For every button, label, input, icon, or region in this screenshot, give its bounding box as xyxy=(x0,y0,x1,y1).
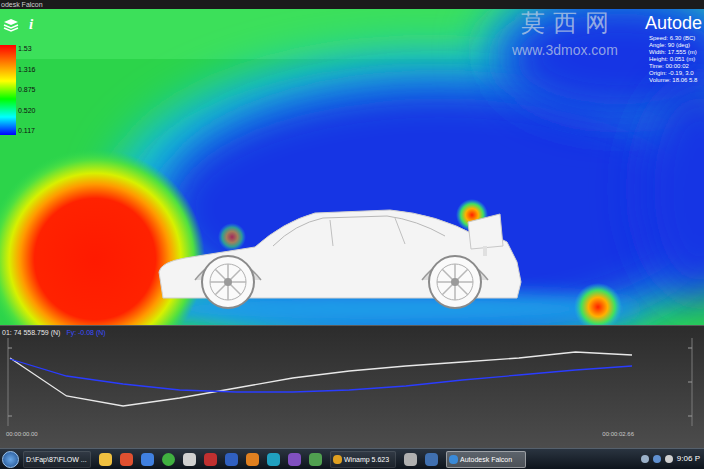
folder-icon[interactable] xyxy=(99,453,112,466)
chart-plot xyxy=(6,338,694,426)
taskbar-label: D:\Fap\87\FLOW ... xyxy=(26,455,87,464)
force-chart: 01: 74 558.759 (N) Fy: -0.08 (N) 00:00:00… xyxy=(0,325,704,448)
legend-label: 1.53 xyxy=(18,45,36,53)
taskbar-button[interactable]: Winamp 5.623 xyxy=(330,451,396,468)
app-icon[interactable] xyxy=(404,453,417,466)
window-title: odesk Falcon xyxy=(1,1,43,9)
legend-bar xyxy=(0,45,16,135)
info-line: Angle: 90 (deg) xyxy=(649,42,703,49)
x-tick-label: 00:00:00.00 xyxy=(6,430,38,438)
watermark: 莫 西 网 www.3dmox.com xyxy=(512,9,618,59)
app-icon[interactable] xyxy=(225,453,238,466)
chart-readout: Fy: -0.08 (N) xyxy=(66,328,105,337)
front-wheel-icon xyxy=(202,256,254,308)
app-icon[interactable] xyxy=(288,453,301,466)
start-button-icon[interactable] xyxy=(2,451,19,468)
app-icon[interactable] xyxy=(246,453,259,466)
volume-icon[interactable] xyxy=(665,455,673,463)
autodesk-logo: Autode xyxy=(645,12,702,34)
legend-label: 0.520 xyxy=(18,107,36,115)
info-line: Volume: 18.06 5.8 xyxy=(649,77,703,84)
app-icon[interactable] xyxy=(309,453,322,466)
legend: 1.53 1.316 0.875 0.520 0.117 xyxy=(0,45,36,135)
network-icon[interactable] xyxy=(653,455,661,463)
taskbar-button[interactable]: Autodesk Falcon xyxy=(446,451,526,468)
flow-viewport[interactable]: i 1.53 1.316 0.875 0.520 0.117 莫 西 网 www.3dm… xyxy=(0,9,704,325)
app-icon[interactable] xyxy=(204,453,217,466)
app-icon[interactable] xyxy=(120,453,133,466)
clock[interactable]: 9:06 P xyxy=(677,454,702,464)
info-line: Time: 00:00:02 xyxy=(649,63,703,70)
info-line: Speed: 6.30 (BC) xyxy=(649,35,703,42)
x-tick-label: 00:00:02.66 xyxy=(602,430,634,438)
taskbar-label: Autodesk Falcon xyxy=(460,455,512,464)
layers-icon[interactable] xyxy=(3,18,19,32)
app-icon[interactable] xyxy=(267,453,280,466)
app-icon[interactable] xyxy=(141,453,154,466)
watermark-url: www.3dmox.com xyxy=(512,41,618,59)
series-line xyxy=(10,359,632,392)
info-line: Height: 0.051 (m) xyxy=(649,56,703,63)
tray-icon[interactable] xyxy=(641,455,649,463)
taskbar: D:\Fap\87\FLOW ... Winamp 5.623 Autodesk… xyxy=(0,448,704,469)
series-line xyxy=(10,352,632,406)
falcon-icon xyxy=(449,455,458,464)
info-line: Width: 17.555 (m) xyxy=(649,49,703,56)
app-icon[interactable] xyxy=(183,453,196,466)
taskbar-button[interactable]: D:\Fap\87\FLOW ... xyxy=(23,451,91,468)
info-icon[interactable]: i xyxy=(29,17,33,32)
legend-label: 0.117 xyxy=(18,127,36,135)
car-model[interactable] xyxy=(155,200,525,310)
legend-label: 0.875 xyxy=(18,86,36,94)
title-bar: odesk Falcon xyxy=(0,0,704,9)
rear-wheel-icon xyxy=(429,256,481,308)
app-icon[interactable] xyxy=(162,453,175,466)
legend-label: 1.316 xyxy=(18,66,36,74)
watermark-chars: 莫 西 网 xyxy=(521,9,608,37)
app-icon[interactable] xyxy=(425,453,438,466)
info-panel: Speed: 6.30 (BC)Angle: 90 (deg)Width: 17… xyxy=(649,35,703,84)
chart-readout: 01: 74 558.759 (N) xyxy=(2,328,60,337)
winamp-icon xyxy=(333,455,342,464)
taskbar-label: Winamp 5.623 xyxy=(344,455,389,464)
info-line: Origin: -0.19, 3.0 xyxy=(649,70,703,77)
